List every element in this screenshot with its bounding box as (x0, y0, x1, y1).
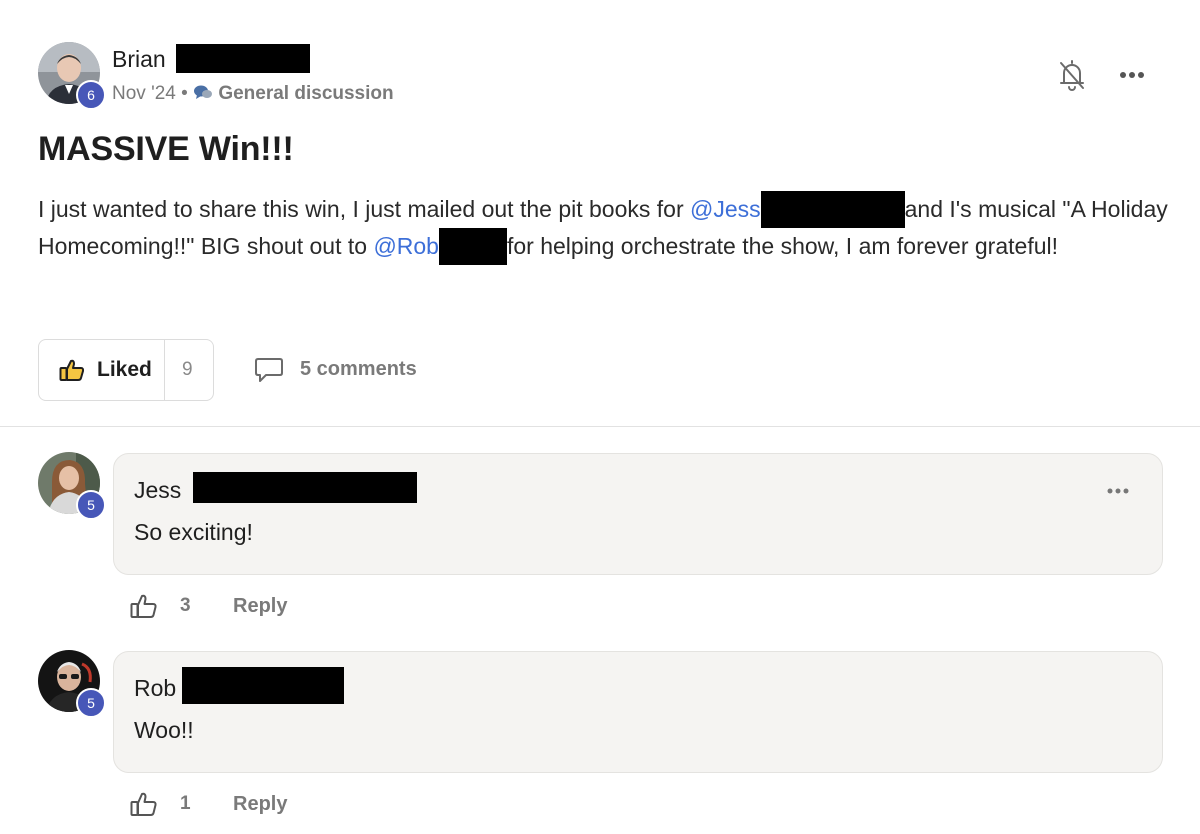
redaction-bar (176, 44, 310, 73)
reply-button[interactable]: Reply (233, 793, 287, 816)
like-label: Liked (97, 358, 152, 381)
thumbs-up-icon[interactable] (130, 791, 158, 817)
post-date[interactable]: Nov '24 (112, 83, 176, 104)
commenter-level-badge: 5 (76, 490, 106, 520)
thumbs-up-icon[interactable] (130, 593, 158, 619)
comment-like-count: 1 (180, 793, 191, 814)
redaction-bar (760, 191, 905, 228)
commenter-level-badge: 5 (76, 688, 106, 718)
reply-button[interactable]: Reply (233, 595, 287, 618)
post-title: MASSIVE Win!!! (38, 130, 294, 168)
author-name[interactable]: Brian (112, 46, 166, 73)
commenter-name[interactable]: Rob (134, 675, 176, 702)
comment-text: So exciting! (134, 519, 253, 545)
like-button[interactable]: Liked 9 (38, 339, 214, 401)
speech-bubbles-icon (193, 83, 213, 107)
comment-bubble-icon[interactable] (254, 356, 284, 384)
comment-text: Woo!! (134, 717, 194, 743)
post-body-part3: for helping orchestrate the show, I am f… (506, 233, 1058, 259)
more-horizontal-icon[interactable] (1106, 483, 1132, 494)
redaction-bar (193, 472, 417, 503)
redaction-bar (182, 667, 344, 704)
comment-bubble: Jess So exciting! (113, 453, 1163, 575)
like-count[interactable]: 9 (182, 359, 193, 381)
redaction-bar (438, 228, 507, 265)
comment-like-count: 3 (180, 595, 191, 616)
more-horizontal-icon[interactable] (1118, 68, 1148, 82)
author-level-badge: 6 (76, 80, 106, 110)
post-body-part1: I just wanted to share this win, I just … (38, 196, 690, 222)
category-link[interactable]: General discussion (218, 83, 393, 104)
post-meta: Nov '24 • General discussion (112, 83, 394, 107)
mention-jess[interactable]: @Jess (690, 196, 761, 222)
post-body: I just wanted to share this win, I just … (38, 191, 1168, 265)
like-divider (164, 340, 165, 400)
thumbs-up-icon (59, 358, 85, 382)
comment-bubble: Rob Woo!! (113, 651, 1163, 773)
comments-count-link[interactable]: 5 comments (300, 358, 417, 381)
section-divider (0, 426, 1200, 427)
mention-rob[interactable]: @Rob (373, 233, 439, 259)
commenter-name[interactable]: Jess (134, 477, 181, 504)
bell-off-icon[interactable] (1058, 58, 1086, 92)
meta-separator: • (181, 83, 188, 104)
